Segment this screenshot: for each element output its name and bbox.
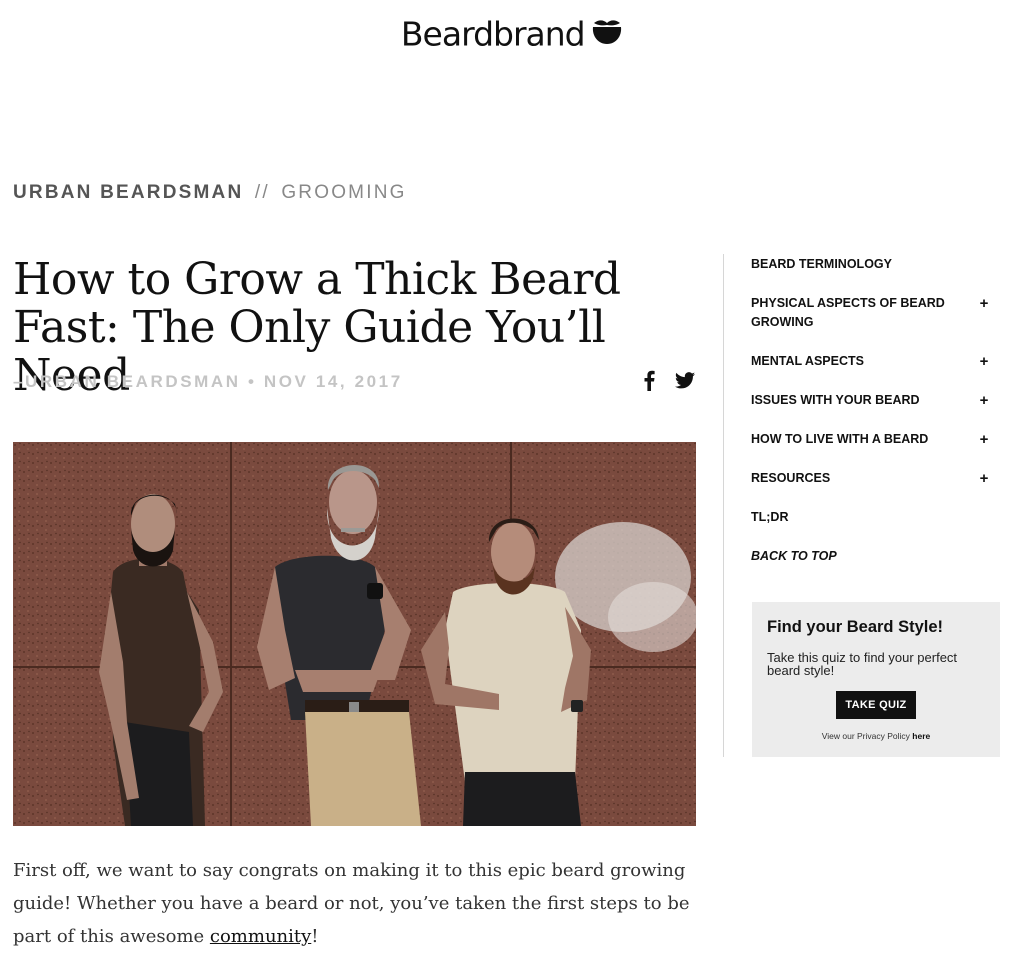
expand-plus-icon[interactable]: + (977, 352, 991, 371)
beard-style-quiz-card: Find your Beard Style! Take this quiz to… (752, 602, 1000, 757)
expand-plus-icon[interactable]: + (977, 430, 991, 449)
toc-label: RESOURCES (751, 471, 831, 485)
toc-label: ISSUES WITH YOUR BEARD (751, 393, 920, 407)
privacy-notice: View our Privacy Policy here (767, 731, 985, 741)
toc-item-live-with-beard[interactable]: HOW TO LIVE WITH A BEARD + (751, 430, 991, 449)
expand-plus-icon[interactable]: + (977, 294, 991, 313)
quiz-title: Find your Beard Style! (767, 618, 944, 636)
article-intro-paragraph: First off, we want to say congrats on ma… (13, 854, 703, 953)
toc-label: BACK TO TOP (751, 549, 837, 563)
intro-text: First off, we want to say congrats on ma… (13, 860, 690, 947)
toc-item-issues[interactable]: ISSUES WITH YOUR BEARD + (751, 391, 991, 410)
community-link[interactable]: community (210, 926, 311, 947)
logo-link[interactable]: Beardbrand (401, 14, 623, 53)
toc-label: BEARD TERMINOLOGY (751, 257, 892, 271)
toc-item-physical-aspects[interactable]: PHYSICAL ASPECTS OF BEARD GROWING + (751, 294, 991, 332)
hero-photo-illustration (13, 442, 696, 826)
privacy-policy-link[interactable]: here (912, 731, 930, 741)
logo-text: Beardbrand (400, 14, 586, 53)
share-buttons (638, 368, 696, 392)
toc-item-mental-aspects[interactable]: MENTAL ASPECTS + (751, 352, 991, 371)
toc-item-resources[interactable]: RESOURCES + (751, 469, 991, 488)
toc-item-beard-terminology[interactable]: BEARD TERMINOLOGY (751, 255, 991, 274)
site-header: Beardbrand (0, 14, 1024, 53)
breadcrumb-separator: // (254, 182, 270, 203)
take-quiz-button[interactable]: TAKE QUIZ (836, 691, 916, 719)
twitter-icon[interactable] (674, 368, 696, 392)
expand-plus-icon[interactable]: + (977, 469, 991, 488)
toc-label: MENTAL ASPECTS (751, 354, 864, 368)
privacy-text: View our Privacy Policy (821, 731, 913, 741)
hero-image (13, 442, 696, 826)
beard-mustache-icon (591, 17, 623, 50)
expand-plus-icon[interactable]: + (977, 391, 991, 410)
toc-item-back-to-top[interactable]: BACK TO TOP (751, 547, 991, 566)
breadcrumb-subcategory[interactable]: GROOMING (281, 182, 406, 203)
article-byline: –URBAN BEARDSMAN • NOV 14, 2017 (13, 372, 403, 391)
sidebar-divider (723, 254, 724, 757)
toc-label: TL;DR (751, 510, 789, 524)
quiz-description: Take this quiz to find your perfect bear… (767, 650, 958, 678)
intro-text-end: ! (311, 926, 319, 947)
breadcrumb: URBAN BEARDSMAN // GROOMING (13, 182, 407, 204)
toc-item-tldr[interactable]: TL;DR (751, 508, 991, 527)
facebook-icon[interactable] (638, 368, 660, 392)
toc-label: PHYSICAL ASPECTS OF BEARD GROWING (751, 296, 945, 329)
table-of-contents: BEARD TERMINOLOGY PHYSICAL ASPECTS OF BE… (751, 255, 991, 586)
toc-label: HOW TO LIVE WITH A BEARD (751, 432, 929, 446)
breadcrumb-category[interactable]: URBAN BEARDSMAN (13, 182, 243, 203)
